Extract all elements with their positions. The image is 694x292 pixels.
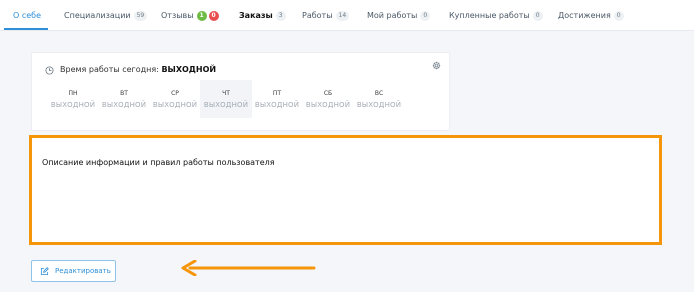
tab-label: Мой работы	[367, 11, 418, 20]
arrow-left-icon	[181, 260, 316, 276]
day-saturday: СБ ВЫХОДНОЙ	[302, 80, 354, 118]
day-tuesday: ВТ ВЫХОДНОЙ	[98, 80, 150, 118]
day-thursday: ЧТ ВЫХОДНОЙ	[200, 80, 252, 118]
day-name: ВС	[374, 90, 384, 97]
day-state: ВЫХОДНОЙ	[50, 101, 96, 109]
day-friday: ПТ ВЫХОДНОЙ	[251, 80, 303, 118]
negative-reviews-badge: 0	[208, 10, 219, 21]
tab-orders[interactable]: Заказы 3	[239, 0, 286, 31]
tab-label: Достижения	[558, 11, 611, 20]
work-time-card: Время работы сегодня: ВЫХОДНОЙ ПН ВЫХОДН…	[31, 52, 450, 131]
day-state: ВЫХОДНОЙ	[254, 101, 300, 109]
tab-count: 0	[613, 10, 624, 21]
work-time-title: Время работы сегодня: ВЫХОДНОЙ	[60, 65, 216, 74]
day-wednesday: СР ВЫХОДНОЙ	[149, 80, 201, 118]
work-time-value: ВЫХОДНОЙ	[161, 65, 217, 74]
edit-button-label: Редактировать	[55, 267, 111, 275]
day-name: ПТ	[272, 90, 282, 97]
day-name: СР	[171, 90, 179, 97]
edit-icon	[40, 266, 49, 275]
tab-label: Работы	[302, 11, 333, 20]
day-state: ВЫХОДНОЙ	[203, 101, 249, 109]
work-time-label: Время работы сегодня:	[60, 65, 159, 74]
day-state: ВЫХОДНОЙ	[356, 101, 402, 109]
day-name: ПН	[68, 90, 78, 97]
tab-my-works[interactable]: Мой работы 0	[367, 0, 431, 31]
day-state: ВЫХОДНОЙ	[305, 101, 351, 109]
positive-reviews-badge: 1	[196, 10, 207, 21]
profile-description-box: Описание информации и правил работы поль…	[29, 135, 662, 245]
tab-purchased-works[interactable]: Купленные работы 0	[449, 0, 543, 31]
tab-about[interactable]: О себе	[13, 0, 41, 31]
day-state: ВЫХОДНОЙ	[101, 101, 147, 109]
profile-description-text: Описание информации и правил работы поль…	[42, 158, 275, 167]
day-name: ВТ	[120, 90, 128, 97]
tab-count: 14	[335, 10, 350, 21]
tab-achievements[interactable]: Достижения 0	[558, 0, 624, 31]
day-monday: ПН ВЫХОДНОЙ	[47, 80, 99, 118]
tab-works[interactable]: Работы 14	[302, 0, 350, 31]
tab-label: Купленные работы	[449, 11, 530, 20]
clock-icon	[45, 66, 54, 75]
day-sunday: ВС ВЫХОДНОЙ	[353, 80, 405, 118]
tab-reviews[interactable]: Отзывы 1 0	[161, 0, 219, 31]
tab-count: 3	[275, 10, 286, 21]
gear-icon[interactable]	[432, 61, 441, 70]
edit-button[interactable]: Редактировать	[31, 260, 116, 282]
tab-count: 59	[133, 10, 148, 21]
tab-label: Специализации	[64, 11, 131, 20]
tab-count: 0	[420, 10, 431, 21]
tab-count: 0	[532, 10, 543, 21]
tab-label: Отзывы	[161, 11, 194, 20]
tab-label: О себе	[13, 11, 42, 20]
day-state: ВЫХОДНОЙ	[152, 101, 198, 109]
tab-specializations[interactable]: Специализации 59	[64, 0, 148, 31]
tab-label: Заказы	[239, 11, 273, 20]
profile-tabs: О себе Специализации 59 Отзывы 1 0 Заказ…	[0, 0, 694, 31]
day-name: ЧТ	[222, 90, 230, 97]
day-name: СБ	[323, 90, 333, 97]
active-tab-indicator	[4, 28, 48, 30]
